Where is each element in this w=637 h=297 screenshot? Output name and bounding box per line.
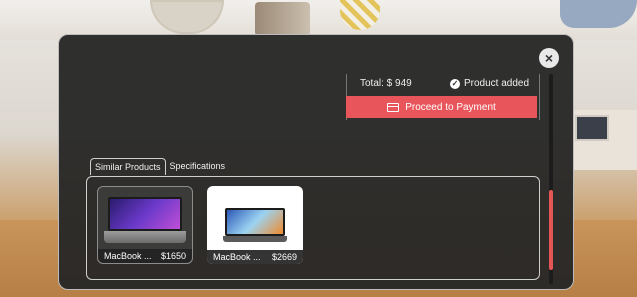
product-added-status: ✓ Product added xyxy=(450,78,529,89)
scrollbar-thumb[interactable] xyxy=(549,190,553,270)
product-card[interactable]: MacBook ... $2669 xyxy=(207,186,303,264)
product-name: MacBook ... xyxy=(213,252,261,262)
macbook-image xyxy=(104,197,186,243)
tab-similar-products[interactable]: Similar Products xyxy=(90,158,166,175)
proceed-to-payment-button[interactable]: Proceed to Payment xyxy=(346,96,537,118)
macbook-image xyxy=(223,208,287,244)
check-icon: ✓ xyxy=(450,78,460,89)
close-icon[interactable]: × xyxy=(539,48,559,68)
cart-total: Total: $ 949 xyxy=(360,78,412,89)
product-card-label: MacBook ... $1650 xyxy=(98,249,192,263)
product-name: MacBook ... xyxy=(104,251,152,261)
tab-bar: Similar Products Specifications xyxy=(90,158,229,175)
background-laptop xyxy=(575,115,609,141)
product-price: $2669 xyxy=(271,252,297,262)
product-card[interactable]: MacBook ... $1650 xyxy=(97,186,193,264)
product-added-label: Product added xyxy=(464,78,530,89)
product-card-label: MacBook ... $2669 xyxy=(207,250,303,264)
proceed-to-payment-label: Proceed to Payment xyxy=(405,101,496,113)
credit-card-icon xyxy=(387,102,400,112)
product-price: $1650 xyxy=(160,251,186,261)
background-decor xyxy=(255,2,310,36)
tab-specifications[interactable]: Specifications xyxy=(166,158,230,175)
